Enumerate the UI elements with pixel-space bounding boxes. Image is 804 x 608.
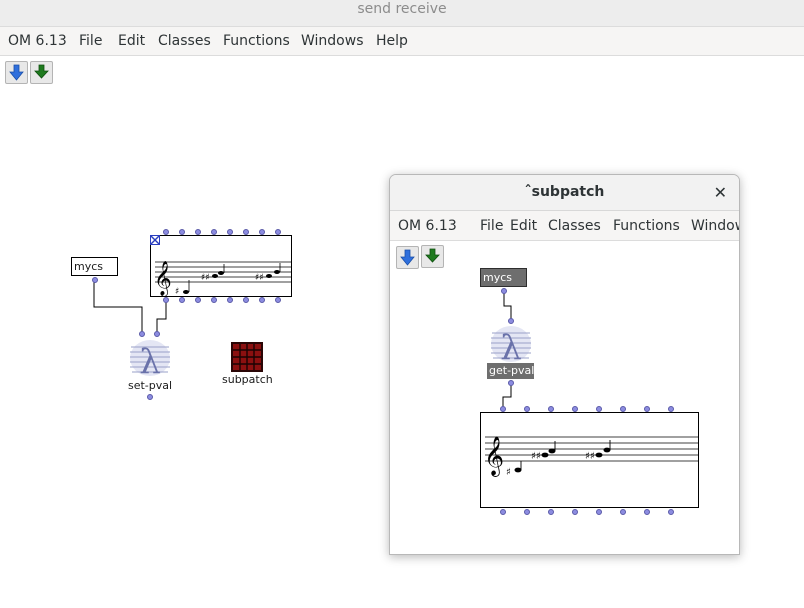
sub-score-outlet[interactable]: [524, 509, 530, 515]
score-outlet[interactable]: [275, 297, 281, 303]
subpatch-icon[interactable]: [231, 342, 263, 372]
getpval-label-box: get-pval: [487, 363, 534, 379]
svg-text:λ: λ: [139, 342, 161, 377]
sub-mycs-outlet[interactable]: [501, 288, 507, 294]
score-outlet[interactable]: [163, 297, 169, 303]
svg-text:♯♯: ♯♯: [531, 451, 541, 462]
sub-score-inlet[interactable]: [596, 406, 602, 412]
sub-score-inlet[interactable]: [524, 406, 530, 412]
svg-text:𝄞: 𝄞: [484, 436, 504, 477]
sub-score-inlet[interactable]: [620, 406, 626, 412]
score-outlet[interactable]: [259, 297, 265, 303]
score-outlet[interactable]: [195, 297, 201, 303]
score-inlet[interactable]: [275, 229, 281, 235]
sub-mycs-label: mycs: [483, 271, 513, 284]
score-inlet[interactable]: [243, 229, 249, 235]
setpval-label: set-pval: [128, 379, 173, 392]
score-outlet[interactable]: [227, 297, 233, 303]
svg-text:♯: ♯: [175, 287, 179, 296]
getpval-label: get-pval: [489, 364, 535, 377]
svg-text:♯♯: ♯♯: [255, 273, 264, 283]
sub-score-outlet[interactable]: [572, 509, 578, 515]
svg-text:λ: λ: [500, 328, 522, 363]
sub-score-box[interactable]: 𝄞 ♯ ♯♯ ♯♯: [480, 412, 699, 508]
svg-text:♯: ♯: [506, 467, 511, 478]
sub-score-staff: 𝄞 ♯ ♯♯ ♯♯: [484, 436, 698, 478]
sub-score-inlet[interactable]: [548, 406, 554, 412]
sub-score-inlet[interactable]: [644, 406, 650, 412]
sub-score-outlet[interactable]: [644, 509, 650, 515]
sub-score-outlet[interactable]: [548, 509, 554, 515]
score-outlet[interactable]: [211, 297, 217, 303]
sub-score-inlet[interactable]: [572, 406, 578, 412]
lock-x-icon[interactable]: [150, 235, 160, 245]
score-inlet[interactable]: [259, 229, 265, 235]
score-inlet[interactable]: [163, 229, 169, 235]
getpval-outlet[interactable]: [508, 380, 514, 386]
score-inlet[interactable]: [227, 229, 233, 235]
setpval-outlet[interactable]: [147, 394, 153, 400]
score-inlet[interactable]: [179, 229, 185, 235]
lambda-icon[interactable]: λ: [490, 325, 532, 363]
sub-score-outlet[interactable]: [668, 509, 674, 515]
mycs-label: mycs: [74, 260, 104, 273]
svg-text:♯♯: ♯♯: [201, 273, 210, 283]
sub-score-outlet[interactable]: [500, 509, 506, 515]
svg-text:♯♯: ♯♯: [585, 451, 595, 462]
subpatch-window[interactable]: ˆsubpatch ✕ OM 6.13 File Edit Classes Fu…: [389, 174, 740, 555]
sub-mycs-box[interactable]: mycs: [480, 268, 527, 287]
subpatch-label: subpatch: [222, 373, 273, 386]
setpval-inlet[interactable]: [154, 331, 160, 337]
sub-score-inlet[interactable]: [500, 406, 506, 412]
getpval-inlet[interactable]: [508, 318, 514, 324]
score-outlet[interactable]: [243, 297, 249, 303]
mycs-outlet[interactable]: [92, 277, 98, 283]
score-staff: 𝄞 ♯ ♯♯ ♯♯: [154, 261, 291, 297]
svg-text:𝄞: 𝄞: [154, 261, 172, 296]
score-box[interactable]: 𝄞 ♯ ♯♯ ♯♯: [150, 235, 292, 297]
score-inlet[interactable]: [195, 229, 201, 235]
mycs-box[interactable]: mycs: [71, 257, 118, 276]
sub-score-outlet[interactable]: [596, 509, 602, 515]
score-outlet[interactable]: [179, 297, 185, 303]
score-inlet[interactable]: [211, 229, 217, 235]
sub-score-inlet[interactable]: [668, 406, 674, 412]
sub-score-outlet[interactable]: [620, 509, 626, 515]
setpval-inlet[interactable]: [139, 331, 145, 337]
lambda-icon[interactable]: λ: [129, 339, 171, 377]
